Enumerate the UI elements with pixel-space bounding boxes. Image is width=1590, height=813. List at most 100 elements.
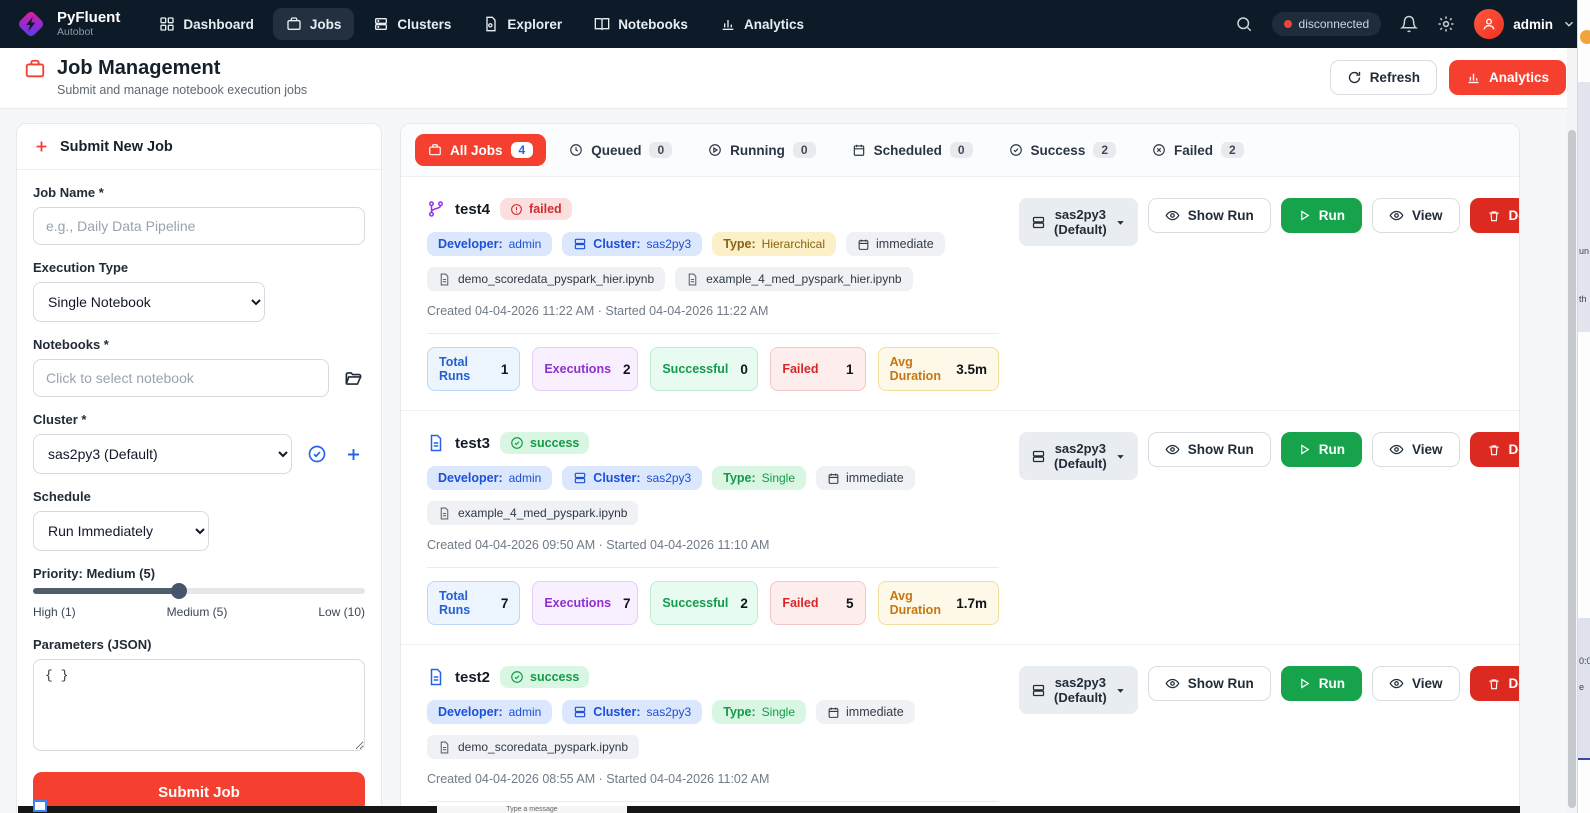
type-value: Single	[761, 471, 796, 485]
verify-cluster-button[interactable]	[305, 442, 329, 466]
developer-value: admin	[508, 237, 542, 251]
type-badge: Type: Single	[712, 466, 807, 490]
notebooks-field[interactable]	[33, 359, 329, 397]
show-run-button[interactable]: Show Run	[1147, 198, 1271, 233]
username-label: admin	[1513, 16, 1553, 32]
user-menu[interactable]: admin	[1474, 9, 1576, 39]
dashboard-grid-icon	[159, 16, 175, 32]
nav-item-explorer[interactable]: Explorer	[470, 8, 575, 40]
developer-label: Developer:	[438, 471, 503, 485]
server-stack-icon	[573, 471, 587, 485]
server-stack-icon	[1031, 683, 1046, 698]
run-button[interactable]: Run	[1280, 666, 1362, 701]
run-cluster-select[interactable]: sas2py3 (Default)	[1019, 666, 1138, 714]
connection-status-label: disconnected	[1298, 17, 1370, 31]
run-cluster-select[interactable]: sas2py3 (Default)	[1019, 198, 1138, 246]
parameters-label: Parameters (JSON)	[33, 637, 152, 652]
priority-slider[interactable]	[33, 583, 365, 599]
chat-input-fragment: Type a message	[437, 806, 627, 813]
file-text-icon	[438, 741, 451, 754]
eye-icon	[1389, 442, 1404, 457]
nav-label: Analytics	[743, 16, 804, 32]
delete-label: Delete	[1508, 208, 1520, 223]
notebook-chip: demo_scoredata_pyspark_hier.ipynb	[427, 267, 666, 291]
parameters-json-field[interactable]: { }	[33, 659, 365, 751]
successful-stat: Successful 0	[650, 347, 759, 391]
delete-button[interactable]: Delete	[1469, 666, 1519, 701]
schedule-select[interactable]: Run Immediately	[33, 511, 209, 551]
stat-label: Executions	[544, 362, 612, 376]
show-run-button[interactable]: Show Run	[1147, 432, 1271, 467]
cluster-select[interactable]: sas2py3 (Default)	[33, 434, 292, 474]
view-button[interactable]: View	[1371, 198, 1460, 233]
type-badge: Type: Hierarchical	[712, 232, 837, 256]
schedule-label: Schedule	[33, 489, 91, 504]
refresh-button[interactable]: Refresh	[1329, 59, 1437, 95]
scrollbar-thumb[interactable]	[1568, 130, 1576, 808]
run-button[interactable]: Run	[1280, 198, 1362, 233]
tab-queued[interactable]: Queued 0	[556, 134, 685, 166]
tab-scheduled[interactable]: Scheduled 0	[839, 134, 986, 166]
failed-stat: Failed 1	[770, 347, 866, 391]
analytics-button[interactable]: Analytics	[1448, 59, 1566, 95]
folder-browse-button[interactable]	[342, 367, 365, 390]
nav-item-notebooks[interactable]: Notebooks	[581, 8, 701, 40]
job-row-test2: test2 success Developer: admin Cluster: …	[401, 645, 1519, 813]
delete-button[interactable]: Delete	[1469, 432, 1519, 467]
nav-label: Jobs	[309, 16, 342, 32]
divider	[427, 567, 999, 568]
file-text-icon	[438, 507, 451, 520]
add-cluster-button[interactable]	[342, 443, 365, 466]
cluster-label: Cluster *	[33, 412, 87, 427]
delete-button[interactable]: Delete	[1469, 198, 1520, 233]
tab-count-badge: 0	[649, 142, 673, 158]
job-name-label: Job Name *	[33, 185, 104, 200]
stat-label: Executions	[544, 596, 612, 610]
job-name-field[interactable]	[33, 207, 365, 245]
view-label: View	[1411, 442, 1443, 457]
tab-label: Success	[1030, 142, 1086, 158]
execution-type-select[interactable]: Single Notebook	[33, 282, 265, 322]
file-text-icon	[438, 273, 451, 286]
view-button[interactable]: View	[1371, 666, 1460, 701]
x-circle-icon	[1152, 143, 1166, 157]
status-label: success	[530, 670, 580, 684]
jobs-panel: All Jobs 4 Queued 0 Running 0 Scheduled …	[400, 123, 1520, 813]
trash-icon	[1487, 677, 1501, 691]
show-run-label: Show Run	[1187, 208, 1254, 223]
nav-label: Explorer	[507, 16, 563, 32]
tab-running[interactable]: Running 0	[695, 134, 828, 166]
gear-icon[interactable]	[1437, 15, 1455, 33]
stat-value: 1	[500, 361, 509, 377]
bell-icon[interactable]	[1400, 15, 1419, 33]
developer-badge: Developer: admin	[427, 466, 553, 490]
nav-item-jobs[interactable]: Jobs	[272, 8, 355, 40]
tab-failed[interactable]: Failed 2	[1139, 134, 1257, 166]
view-button[interactable]: View	[1371, 432, 1460, 467]
executions-stat: Executions 2	[532, 347, 639, 391]
cluster-value: sas2py3	[646, 705, 692, 719]
cluster-value: sas2py3	[646, 237, 692, 251]
server-stack-icon	[573, 705, 587, 719]
brand[interactable]: PyFluent Autobot	[14, 7, 120, 41]
background-divider-fragment	[1578, 758, 1590, 760]
run-label: Run	[1318, 208, 1345, 223]
developer-label: Developer:	[438, 705, 503, 719]
caret-down-icon	[1115, 685, 1126, 696]
run-cluster-select[interactable]: sas2py3 (Default)	[1019, 432, 1138, 480]
avg-duration-stat: Avg Duration 3.5m	[877, 347, 1000, 391]
brand-name: PyFluent	[57, 9, 121, 26]
nav-item-analytics[interactable]: Analytics	[707, 8, 817, 40]
show-run-button[interactable]: Show Run	[1147, 666, 1271, 701]
stat-label: Failed	[782, 596, 819, 610]
run-button[interactable]: Run	[1280, 432, 1362, 467]
priority-slider-thumb[interactable]	[171, 583, 188, 599]
vertical-scrollbar[interactable]	[1567, 48, 1577, 813]
nav-item-dashboard[interactable]: Dashboard	[146, 8, 267, 40]
tab-success[interactable]: Success 2	[996, 134, 1129, 166]
search-icon[interactable]	[1235, 15, 1253, 33]
run-cluster-value: sas2py3 (Default)	[1054, 441, 1107, 471]
tab-all-jobs[interactable]: All Jobs 4	[415, 134, 547, 166]
notebooks-label: Notebooks *	[33, 337, 109, 352]
nav-item-clusters[interactable]: Clusters	[360, 8, 464, 40]
